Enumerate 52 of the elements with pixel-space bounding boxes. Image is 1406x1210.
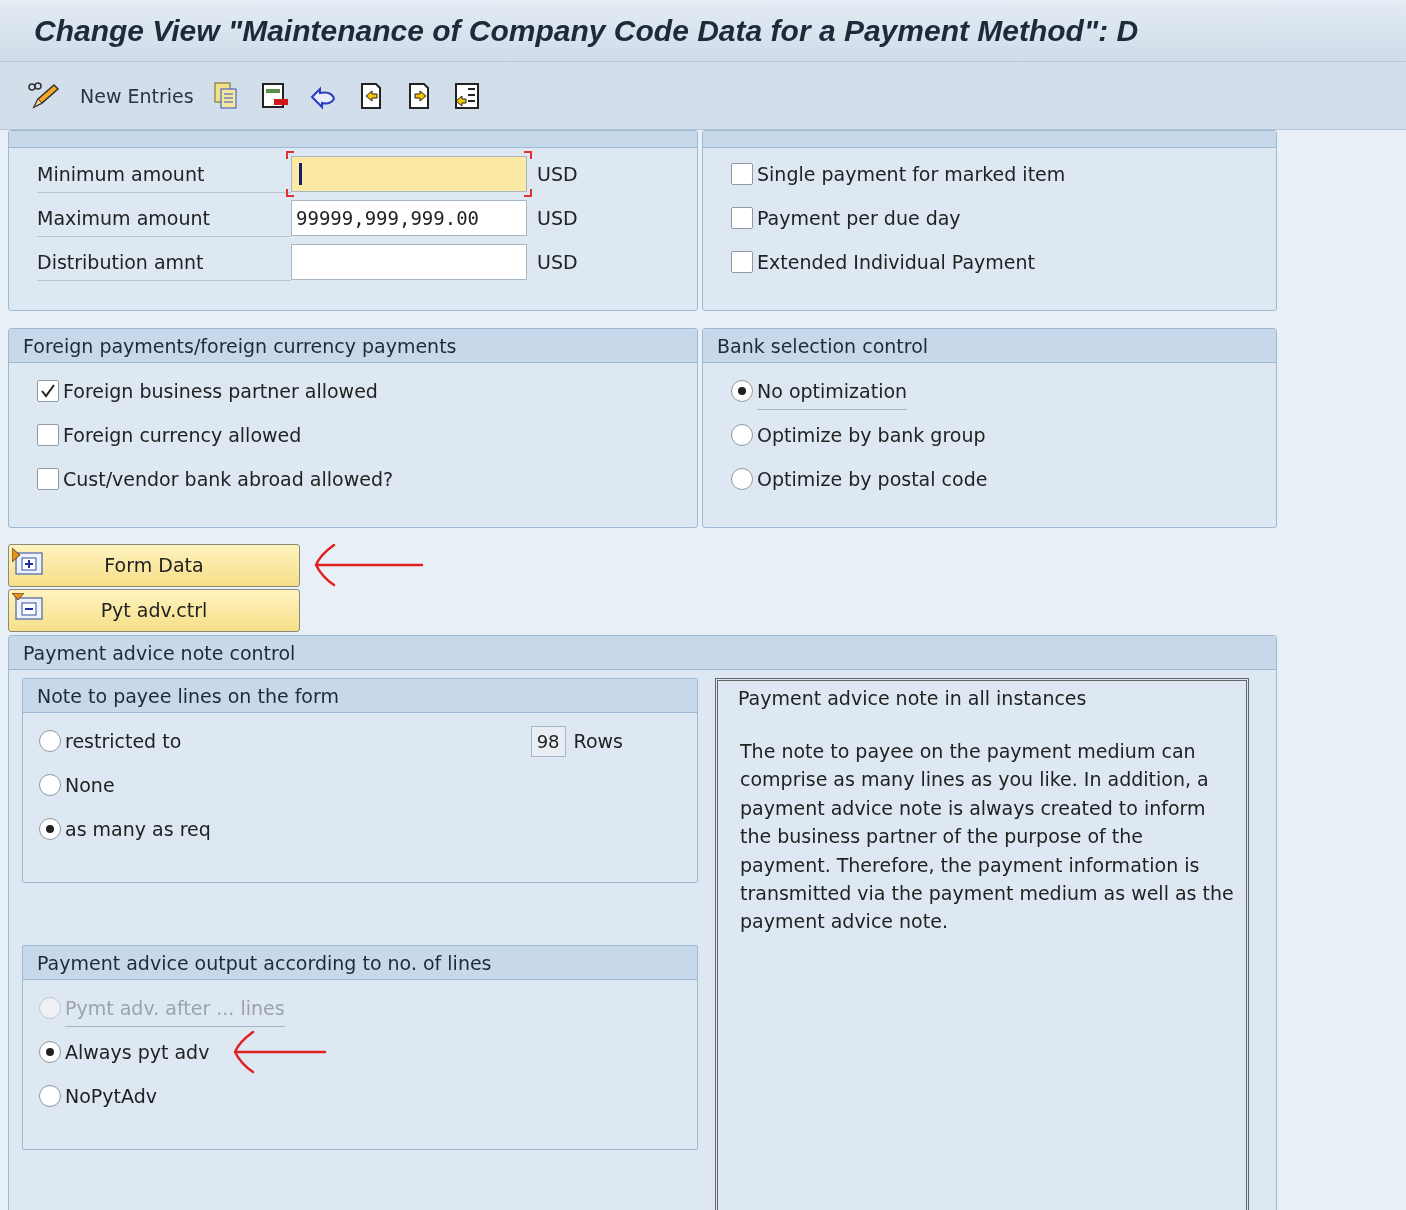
- rows-label: Rows: [573, 730, 623, 752]
- checkbox[interactable]: [37, 468, 59, 490]
- radio-button[interactable]: [39, 774, 61, 796]
- checkbox-label: Foreign business partner allowed: [63, 380, 378, 402]
- window-title: Change View "Maintenance of Company Code Data for a Payment Method": D: [34, 13, 1139, 48]
- checkbox-label: Extended Individual Payment: [757, 251, 1036, 273]
- radio-button[interactable]: [39, 1041, 61, 1063]
- amount-field[interactable]: 99999,999,999.00: [291, 200, 527, 236]
- checkbox[interactable]: [731, 251, 753, 273]
- currency-label: USD: [537, 163, 578, 185]
- checkbox[interactable]: [37, 380, 59, 402]
- group-title: Foreign payments/foreign currency payments: [23, 334, 457, 357]
- checkbox-label: Cust/vendor bank abroad allowed?: [63, 468, 394, 490]
- checkbox[interactable]: [731, 207, 753, 229]
- radio-label: Optimize by postal code: [757, 468, 988, 490]
- collapse-icon: [12, 592, 44, 621]
- pencil-icon: [26, 80, 60, 111]
- group-title: Payment advice output according to no. of lines: [37, 951, 492, 974]
- amount-field[interactable]: [291, 156, 527, 192]
- currency-label: USD: [537, 207, 578, 229]
- checkbox[interactable]: [731, 163, 753, 185]
- radio-button[interactable]: [39, 1085, 61, 1107]
- delete-icon: [259, 80, 290, 111]
- radio-label: Always pyt adv: [65, 1041, 210, 1063]
- info-text: The note to payee on the payment medium can comprise as many lines as you like. In addition, a payment advice note is always created to inform the business partner of the purpose of the payment. Therefore, the payment information is transmitted via the payment medium as well as the payment advice note.: [740, 739, 1235, 935]
- checkbox-label: Payment per due day: [757, 207, 961, 229]
- checkbox[interactable]: [37, 424, 59, 446]
- radio-label: NoPytAdv: [65, 1085, 157, 1107]
- radio-button[interactable]: [731, 424, 753, 446]
- checkbox-label: Single payment for marked item: [757, 163, 1066, 185]
- currency-label: USD: [537, 251, 578, 273]
- radio-label: Optimize by bank group: [757, 424, 986, 446]
- info-title: Payment advice note in all instances: [738, 687, 1088, 709]
- checkbox-label: Foreign currency allowed: [63, 424, 302, 446]
- radio-label: None: [65, 774, 115, 796]
- expand-button[interactable]: Form Data: [8, 543, 300, 587]
- radio-button[interactable]: [731, 468, 753, 490]
- radio-button[interactable]: [39, 730, 61, 752]
- radio-label: No optimization: [757, 372, 908, 410]
- new-entries-button[interactable]: New Entries: [24, 78, 196, 113]
- radio-label: as many as req: [65, 818, 211, 840]
- group-title: Bank selection control: [717, 334, 929, 357]
- radio-label: restricted to: [65, 730, 182, 752]
- expand-icon: [12, 547, 44, 576]
- rows-field[interactable]: 98: [530, 725, 566, 757]
- radio-label: Pymt adv. after ... lines: [65, 989, 285, 1027]
- radio-button[interactable]: [731, 380, 753, 402]
- amount-field[interactable]: [291, 244, 527, 280]
- radio-button[interactable]: [39, 818, 61, 840]
- group-title: Payment advice note control: [23, 641, 296, 664]
- expand-button[interactable]: Pyt adv.ctrl: [8, 588, 300, 632]
- group-title: Note to payee lines on the form: [37, 684, 339, 707]
